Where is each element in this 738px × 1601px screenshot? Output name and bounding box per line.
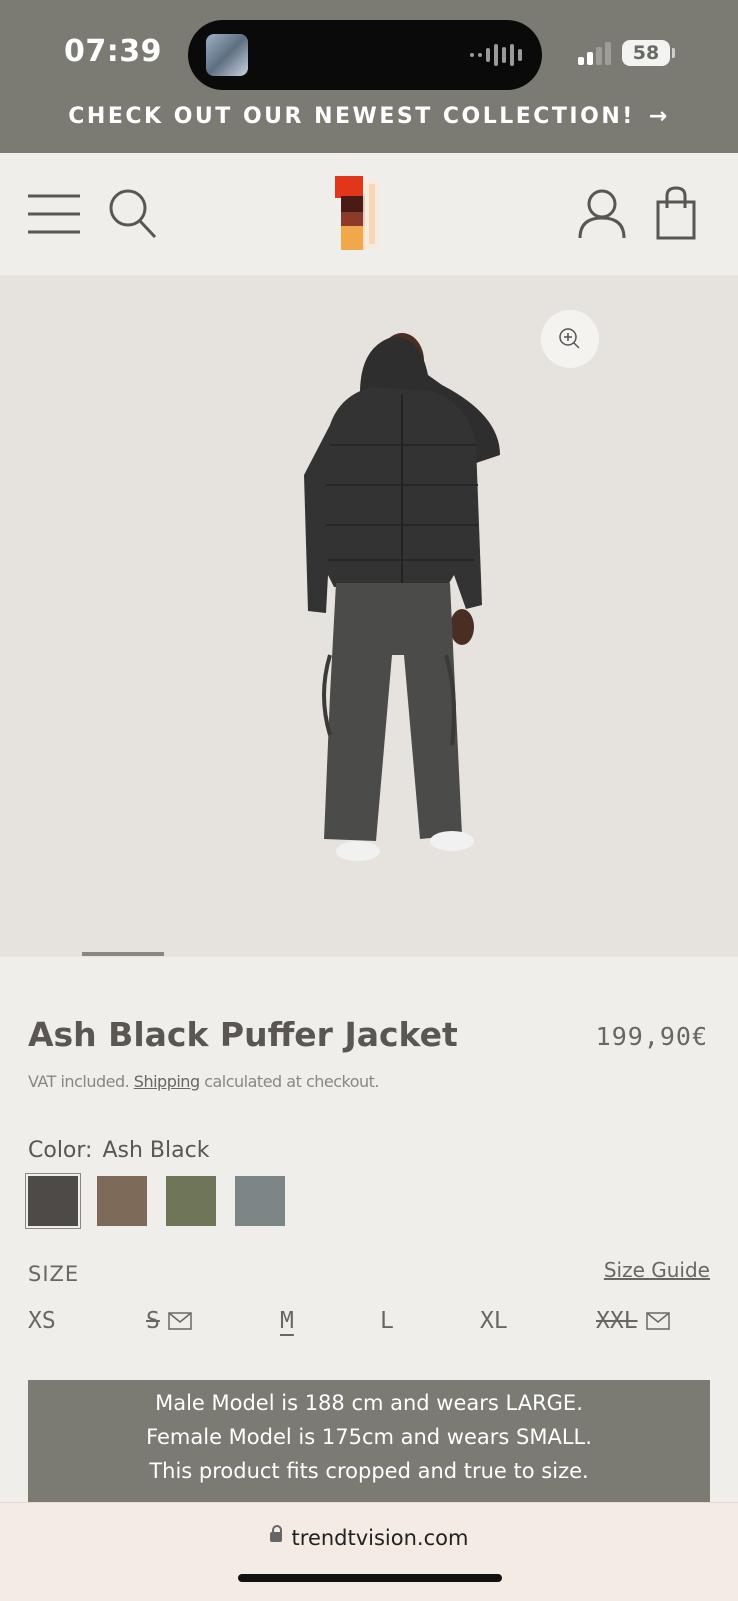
promo-banner[interactable]: CHECK OUT OUR NEWEST COLLECTION! → — [0, 104, 738, 129]
size-selector: XS S M L XL XXL — [28, 1308, 710, 1348]
size-option-label: L — [380, 1308, 394, 1334]
color-swatch[interactable] — [166, 1176, 216, 1226]
shipping-link[interactable]: Shipping — [134, 1072, 200, 1091]
size-option-label: M — [280, 1308, 294, 1334]
lock-icon — [269, 1525, 282, 1542]
vat-note: VAT included. Shipping calculated at che… — [28, 1072, 380, 1091]
color-swatch[interactable] — [28, 1176, 78, 1226]
size-option[interactable]: M — [280, 1308, 294, 1334]
size-option[interactable]: XXL — [596, 1308, 670, 1334]
battery-tip — [672, 48, 675, 58]
browser-url-bar[interactable] — [0, 1502, 738, 1601]
vat-suffix: calculated at checkout. — [204, 1072, 380, 1091]
color-value: Ash Black — [102, 1138, 210, 1163]
color-swatch[interactable] — [235, 1176, 285, 1226]
cart-icon[interactable] — [656, 186, 696, 240]
dynamic-island — [188, 20, 542, 90]
search-icon[interactable] — [108, 188, 158, 240]
mail-notify-icon[interactable] — [645, 1312, 670, 1330]
size-option-label: XXL — [596, 1308, 638, 1334]
size-option[interactable]: XL — [480, 1308, 508, 1334]
battery-indicator: 58 — [622, 40, 670, 66]
color-label-text: Color: — [28, 1138, 93, 1163]
zoom-in-icon — [559, 328, 580, 349]
product-image[interactable] — [0, 275, 738, 957]
arrow-right-icon: → — [648, 104, 670, 129]
image-slide-indicator[interactable] — [82, 952, 164, 956]
model-photo — [304, 333, 500, 861]
home-indicator[interactable] — [238, 1574, 502, 1582]
mail-notify-icon[interactable] — [168, 1312, 192, 1330]
url-display[interactable]: trendtvision.com — [0, 1525, 738, 1550]
zoom-button[interactable] — [541, 310, 599, 368]
fit-line: This product fits cropped and true to si… — [149, 1459, 589, 1483]
size-option-label: XS — [28, 1308, 56, 1334]
menu-icon[interactable] — [28, 194, 80, 234]
account-icon[interactable] — [578, 188, 626, 240]
fit-line: Female Model is 175cm and wears SMALL. — [146, 1425, 592, 1449]
size-option[interactable]: S — [146, 1308, 192, 1334]
now-playing-thumbnail — [206, 34, 248, 76]
size-option[interactable]: XS — [28, 1308, 56, 1334]
promo-text: CHECK OUT OUR NEWEST COLLECTION! — [68, 104, 635, 129]
fit-line: Male Model is 188 cm and wears LARGE. — [155, 1391, 583, 1415]
url-text: trendtvision.com — [291, 1526, 469, 1550]
color-swatch[interactable] — [97, 1176, 147, 1226]
product-title: Ash Black Puffer Jacket — [28, 1015, 458, 1054]
size-option[interactable]: L — [380, 1308, 394, 1334]
fit-info-box: Male Model is 188 cm and wears LARGE. Fe… — [28, 1380, 710, 1502]
color-swatches — [28, 1176, 285, 1226]
size-option-label: S — [146, 1308, 160, 1334]
vat-prefix: VAT included. — [28, 1072, 130, 1091]
brand-logo[interactable] — [335, 176, 387, 252]
size-label: SIZE — [28, 1262, 80, 1286]
product-price: 199,90€ — [595, 1022, 708, 1051]
size-option-label: XL — [480, 1308, 508, 1334]
size-guide-link[interactable]: Size Guide — [604, 1258, 710, 1282]
audio-wave-icon — [470, 44, 522, 66]
cellular-signal-icon — [578, 42, 611, 65]
color-label: Color: Ash Black — [28, 1138, 209, 1163]
status-time: 07:39 — [64, 34, 162, 69]
